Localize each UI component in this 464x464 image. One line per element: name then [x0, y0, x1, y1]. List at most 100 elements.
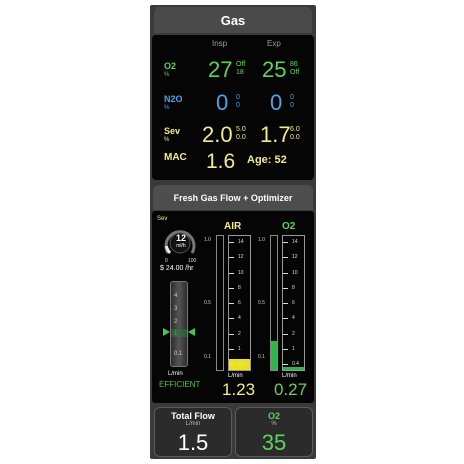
flowtube-tick — [229, 272, 234, 274]
flowtube-tick-label: 8 — [238, 284, 241, 291]
o2-insp-limits: Off 18 — [236, 61, 246, 76]
flowtube-tick — [283, 318, 288, 320]
exp-column-header: Exp — [267, 39, 281, 48]
age-value: Age: 52 — [247, 154, 287, 166]
flowtube-tick-label: 0.4 — [292, 361, 299, 367]
air-side-scale-label: 1.0 — [204, 237, 211, 243]
flowtube-tick-label: 12 — [292, 254, 298, 261]
optimizer-status: EFFICIENT — [159, 380, 201, 389]
flowtube-tick — [283, 287, 288, 289]
fgf-title: Fresh Gas Flow + Optimizer — [173, 192, 293, 203]
flowtube-tick-label: 2 — [292, 330, 295, 337]
flowtube-tick — [229, 303, 234, 304]
o2-thin-flow-level — [271, 340, 277, 370]
flowtube-tick — [283, 364, 288, 365]
o2-flow-level — [283, 367, 304, 370]
n2o-agent-label: N2O% — [164, 94, 183, 111]
flowtube-tick-label: 10 — [238, 269, 244, 276]
flowtube-tick-label: 6 — [238, 300, 241, 306]
air-side-scale-label: 0.5 — [204, 300, 211, 306]
optimizer-scale-label: 3 — [174, 306, 178, 312]
air-thin-flowtube — [216, 235, 224, 371]
o2-agent-label: O2% — [164, 61, 177, 78]
flowtube-tick-label: 4 — [238, 315, 241, 322]
flowtube-tick-label: 12 — [238, 254, 244, 261]
optimizer-scale-label: 0.1 — [174, 351, 183, 357]
gas-panel: Insp Exp O2% 27 Off 18 25 86 Off N2O% 0 00… — [152, 35, 314, 180]
n2o-insp-value: 0 — [216, 90, 229, 115]
flowtube-tick-label: 1 — [238, 345, 241, 352]
o2-flowtube: 14 12 10 8 6 4 2 1 0.4 — [282, 235, 305, 371]
o2-flow-title: O2 — [282, 221, 296, 232]
gauge-min-label: 0 — [165, 258, 168, 264]
n2o-exp-limits: 00 — [290, 94, 294, 109]
optimizer-efficient-band — [171, 329, 187, 337]
flowtube-tick — [229, 364, 234, 365]
flowtube-tick-label: 14 — [238, 239, 244, 245]
mac-value: 1.6 — [206, 150, 236, 173]
air-title: AIR — [224, 221, 242, 232]
o2-percent-value: 35 — [261, 430, 287, 455]
gas-title: Gas — [220, 12, 246, 28]
o2-insp-value: 27 — [208, 57, 233, 82]
air-flowtube: 14 12 10 8 6 4 2 1 0.4 — [228, 235, 251, 371]
flowtube-tick — [229, 318, 234, 320]
o2-side-scale-label: 0.5 — [258, 300, 265, 306]
o2-side-scale-label: 0.1 — [258, 354, 265, 360]
flowtube-tick — [229, 348, 234, 350]
n2o-exp-value: 0 — [270, 90, 283, 115]
flowtube-tick — [229, 257, 234, 259]
flowtube-tick-label: 1 — [292, 345, 295, 352]
agent-cost: $ 24.00 /hr — [160, 265, 194, 272]
optimizer-scale-label: 4 — [174, 293, 178, 299]
air-flow-value: 1.23 — [222, 380, 256, 399]
flowtube-tick — [229, 242, 234, 243]
total-flow-title: Total Flow — [171, 411, 215, 421]
optimizer-scale-label: 2 — [174, 319, 178, 325]
flowtube-tick — [283, 348, 288, 350]
gauge-max-label: 100 — [188, 258, 197, 264]
flowtube-tick — [283, 333, 288, 335]
o2-percent-unit: % — [271, 421, 277, 427]
gas-header[interactable]: Gas — [154, 7, 312, 33]
o2-flow-unit: L/min — [282, 373, 297, 379]
sev-exp-limits: 6.0 0.0 — [290, 126, 300, 141]
agent-usage-value: 12 — [175, 233, 186, 243]
o2-percent-title: O2 — [267, 411, 280, 421]
o2-exp-limits: 86 Off — [290, 61, 300, 76]
flowtube-tick — [283, 257, 288, 259]
total-flow-box[interactable]: Total Flow L/min 1.5 — [154, 407, 232, 457]
sev-agent-label: Sev% — [164, 126, 181, 143]
total-flow-value: 1.5 — [177, 430, 209, 455]
air-unit: L/min — [228, 373, 243, 379]
flowtube-tick — [229, 333, 234, 335]
flowtube-tick-label: 14 — [292, 239, 298, 245]
optimizer-left-marker-icon — [163, 328, 170, 336]
fgf-header[interactable]: Fresh Gas Flow + Optimizer — [153, 185, 313, 210]
vaporizer-agent-label: Sev — [157, 216, 168, 222]
agent-usage-unit: ml/h — [176, 243, 186, 249]
insp-column-header: Insp — [212, 39, 228, 48]
n2o-insp-limits: 00 — [236, 94, 240, 109]
o2-thin-flowtube — [270, 235, 278, 371]
flowtube-tick-label: 6 — [292, 300, 295, 306]
flowtube-tick-label: 0.4 — [238, 361, 245, 367]
mac-label: MAC — [164, 152, 187, 163]
sev-insp-limits: 5.0 0.0 — [236, 126, 246, 141]
o2-percent-box[interactable]: O2 % 35 — [235, 407, 313, 457]
total-flow-unit: L/min — [185, 421, 201, 427]
flowtube-tick — [283, 272, 288, 274]
fgf-panel: Sev 12 ml/h 0 100 $ 24.00 /hr 4 3 2 1 0.… — [152, 211, 314, 403]
flowtube-tick — [283, 242, 288, 243]
flowtube-tick-label: 8 — [292, 284, 295, 291]
flowtube-tick — [229, 287, 234, 289]
flowtube-tick-label: 2 — [238, 330, 241, 337]
anesthesia-display: Gas Insp Exp O2% 27 Off 18 25 86 Off N2O% … — [150, 5, 316, 459]
air-side-scale-label: 0.1 — [204, 354, 211, 360]
o2-exp-value: 25 — [262, 57, 287, 82]
sev-exp-value: 1.7 — [260, 122, 291, 147]
sev-insp-value: 2.0 — [202, 122, 233, 147]
flowtube-tick-label: 4 — [292, 315, 295, 322]
flowtube-tick — [283, 303, 288, 304]
optimizer-right-marker-icon — [188, 328, 195, 336]
